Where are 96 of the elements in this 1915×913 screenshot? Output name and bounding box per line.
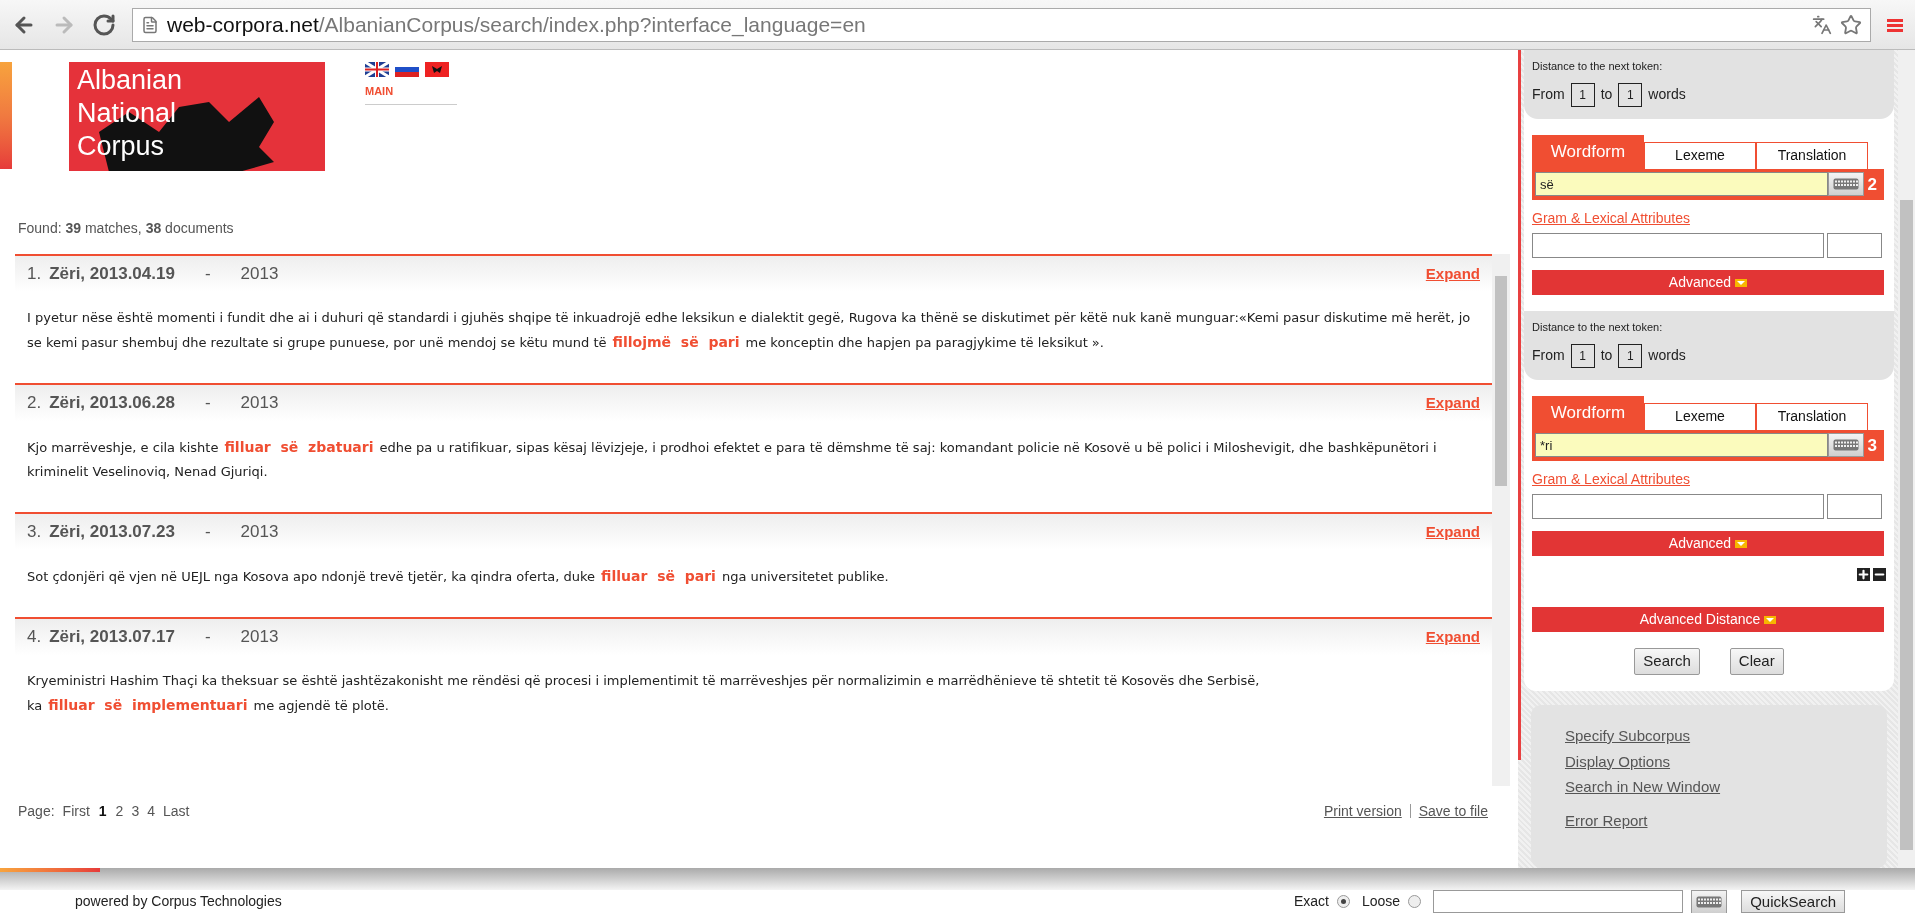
pager-link[interactable]: 2 bbox=[115, 800, 124, 822]
address-bar[interactable]: web-corpora.net/AlbanianCorpus/search/index.php?interface_language=en bbox=[132, 7, 1871, 42]
result-number: 1. bbox=[27, 263, 42, 286]
to-field[interactable]: 1 bbox=[1618, 343, 1643, 368]
url-text: web-corpora.net/AlbanianCorpus/search/index.php?interface_language=en bbox=[167, 11, 866, 39]
page-icon bbox=[141, 15, 159, 34]
logo-text: National bbox=[77, 97, 178, 130]
advanced-button[interactable]: Advanced bbox=[1532, 270, 1884, 295]
result-snippet: Sot çdonjëri që vjen në UEJL nga Kosova apo ndonjë trevë tjetër, ka qindra oferta, duke filluar së pari nga universitetet publike. bbox=[26, 567, 890, 586]
attributes-field[interactable] bbox=[1532, 494, 1824, 519]
mode-radio[interactable] bbox=[1408, 895, 1422, 908]
keyboard-icon[interactable] bbox=[1827, 172, 1864, 197]
result-number: 2. bbox=[27, 392, 42, 415]
caret-icon bbox=[1735, 278, 1748, 287]
attributes-link[interactable]: Gram & Lexical Attributes bbox=[1532, 208, 1886, 229]
query-field[interactable]: *ri bbox=[1535, 433, 1828, 458]
query-tab[interactable]: Wordform bbox=[1532, 395, 1644, 430]
mode-label: Loose bbox=[1361, 892, 1401, 911]
result-source: Zëri, 2013.04.19 bbox=[49, 263, 175, 286]
menu-icon[interactable] bbox=[1887, 16, 1903, 33]
to-label: to bbox=[1600, 85, 1613, 104]
panel-link[interactable]: Display Options bbox=[1565, 750, 1853, 773]
star-icon[interactable] bbox=[1840, 13, 1862, 36]
result-action-link[interactable]: Save to file bbox=[1418, 800, 1488, 822]
token-number: 2 bbox=[1866, 173, 1878, 196]
pager-link[interactable]: 3 bbox=[131, 800, 140, 822]
powered-by-text: powered by Corpus Technologies bbox=[75, 892, 282, 911]
found-text: Found: 39 matches, 38 documents bbox=[17, 219, 235, 238]
pager-link[interactable]: 4 bbox=[147, 800, 155, 822]
query-tab[interactable]: Translation bbox=[1756, 141, 1868, 169]
result-snippet: I pyetur nëse është momenti i fundit dhe ai i duhuri që standardi i gjuhës shqipe të inkuadrojë edhe leksikun e dialektit gegë, Rugova ka thënë se diskutimet për këtë nuk kanë munguar:«Kemi pasur diskutime më herët, jo se kemi pasur shembuj dhe rezultate si grupe punuese, por unë mendoj se këtu mund të fillojmë së pari me konceptin dhe hapjen pa paragjykime të leksikut ». bbox=[26, 309, 1472, 352]
unit-label: words bbox=[1648, 85, 1686, 104]
attributes-link[interactable]: Gram & Lexical Attributes bbox=[1532, 469, 1886, 490]
panel-link[interactable]: Specify Subcorpus bbox=[1565, 725, 1853, 748]
result-year: 2013 bbox=[240, 626, 279, 649]
from-label: From bbox=[1532, 346, 1565, 365]
flag-icon[interactable] bbox=[365, 62, 389, 77]
attributes-field[interactable] bbox=[1532, 233, 1824, 258]
query-field[interactable]: së bbox=[1535, 172, 1828, 197]
result-source: Zëri, 2013.07.17 bbox=[49, 626, 175, 649]
result-year: 2013 bbox=[240, 392, 279, 415]
logo-text: Albanian bbox=[77, 64, 184, 97]
result-separator: - bbox=[204, 521, 211, 544]
query-tab[interactable]: Wordform bbox=[1532, 134, 1644, 169]
mode-radio[interactable] bbox=[1336, 895, 1350, 908]
pager-link[interactable]: Last bbox=[163, 800, 190, 822]
page-scrollbar[interactable] bbox=[1898, 50, 1915, 868]
query-tab[interactable]: Translation bbox=[1756, 402, 1868, 430]
to-field[interactable]: 1 bbox=[1618, 82, 1643, 107]
quicksearch-field[interactable] bbox=[1433, 890, 1684, 913]
distance-label: Distance to the next token: bbox=[1532, 320, 1664, 335]
caret-icon bbox=[1735, 539, 1748, 548]
result-number: 3. bbox=[27, 521, 42, 544]
caret-icon bbox=[1764, 615, 1777, 624]
minus-icon[interactable] bbox=[1873, 568, 1886, 581]
main-nav-link[interactable]: MAIN bbox=[365, 83, 457, 105]
mode-label: Exact bbox=[1293, 892, 1329, 911]
result-year: 2013 bbox=[240, 521, 279, 544]
result-source: Zëri, 2013.07.23 bbox=[49, 521, 175, 544]
keyboard-icon[interactable] bbox=[1827, 433, 1864, 458]
unit-label: words bbox=[1648, 346, 1686, 365]
result-number: 4. bbox=[27, 626, 42, 649]
attributes-field[interactable] bbox=[1827, 233, 1882, 258]
result-year: 2013 bbox=[240, 263, 279, 286]
result-source: Zëri, 2013.06.28 bbox=[49, 392, 175, 415]
flag-icon[interactable] bbox=[425, 62, 449, 77]
advanced-distance-button[interactable]: Advanced Distance bbox=[1532, 607, 1884, 632]
result-snippet: Kryeministri Hashim Thaçi ka theksuar se është jashtëzakonisht me rëndësi që procesi i implementimit të marrëveshjes për normalizimin e marrëdhënieve të shtetit të Kosovës dhe Serbisë, ka filluar së implementuari me agjendë të plotë. bbox=[26, 672, 1261, 715]
result-separator: - bbox=[204, 392, 211, 415]
result-separator: - bbox=[204, 263, 211, 286]
pager-link[interactable]: First bbox=[62, 800, 90, 822]
form-button[interactable]: Search bbox=[1634, 648, 1700, 675]
panel-link[interactable]: Error Report bbox=[1565, 809, 1853, 832]
pager-link[interactable]: 1 bbox=[98, 800, 107, 822]
translate-icon[interactable] bbox=[1812, 14, 1832, 35]
results-scrollbar[interactable] bbox=[1492, 254, 1510, 786]
token-number: 3 bbox=[1866, 434, 1878, 457]
result-snippet: Kjo marrëveshje, e cila kishte filluar së zbatuari edhe pa u ratifikuar, sipas kësaj lëvizjeje, i prodhoi efektet e para të dëmshme të saj: komandant policie në Kosovë u bë polici i Miloshevigit, dhe bashkëpunëtori i kriminelit Veselinoviq, Nenad Gjuriqi. bbox=[26, 438, 1438, 481]
query-tab[interactable]: Lexeme bbox=[1644, 402, 1756, 430]
from-field[interactable]: 1 bbox=[1570, 82, 1595, 107]
attributes-field[interactable] bbox=[1827, 494, 1882, 519]
panel-link[interactable]: Search in New Window bbox=[1565, 776, 1853, 799]
quicksearch-button[interactable]: QuickSearch bbox=[1741, 890, 1845, 913]
result-separator: - bbox=[204, 626, 211, 649]
distance-label: Distance to the next token: bbox=[1532, 59, 1664, 74]
plus-icon[interactable] bbox=[1857, 568, 1870, 581]
pager-label: Page: bbox=[18, 801, 55, 821]
advanced-button[interactable]: Advanced bbox=[1532, 531, 1884, 556]
result-action-link[interactable]: Print version bbox=[1323, 800, 1402, 822]
query-tab[interactable]: Lexeme bbox=[1644, 141, 1756, 169]
keyboard-icon[interactable] bbox=[1691, 889, 1728, 913]
reload-icon[interactable] bbox=[92, 12, 116, 37]
to-label: to bbox=[1600, 346, 1613, 365]
from-field[interactable]: 1 bbox=[1570, 343, 1595, 368]
from-label: From bbox=[1532, 85, 1565, 104]
form-button[interactable]: Clear bbox=[1729, 648, 1784, 675]
